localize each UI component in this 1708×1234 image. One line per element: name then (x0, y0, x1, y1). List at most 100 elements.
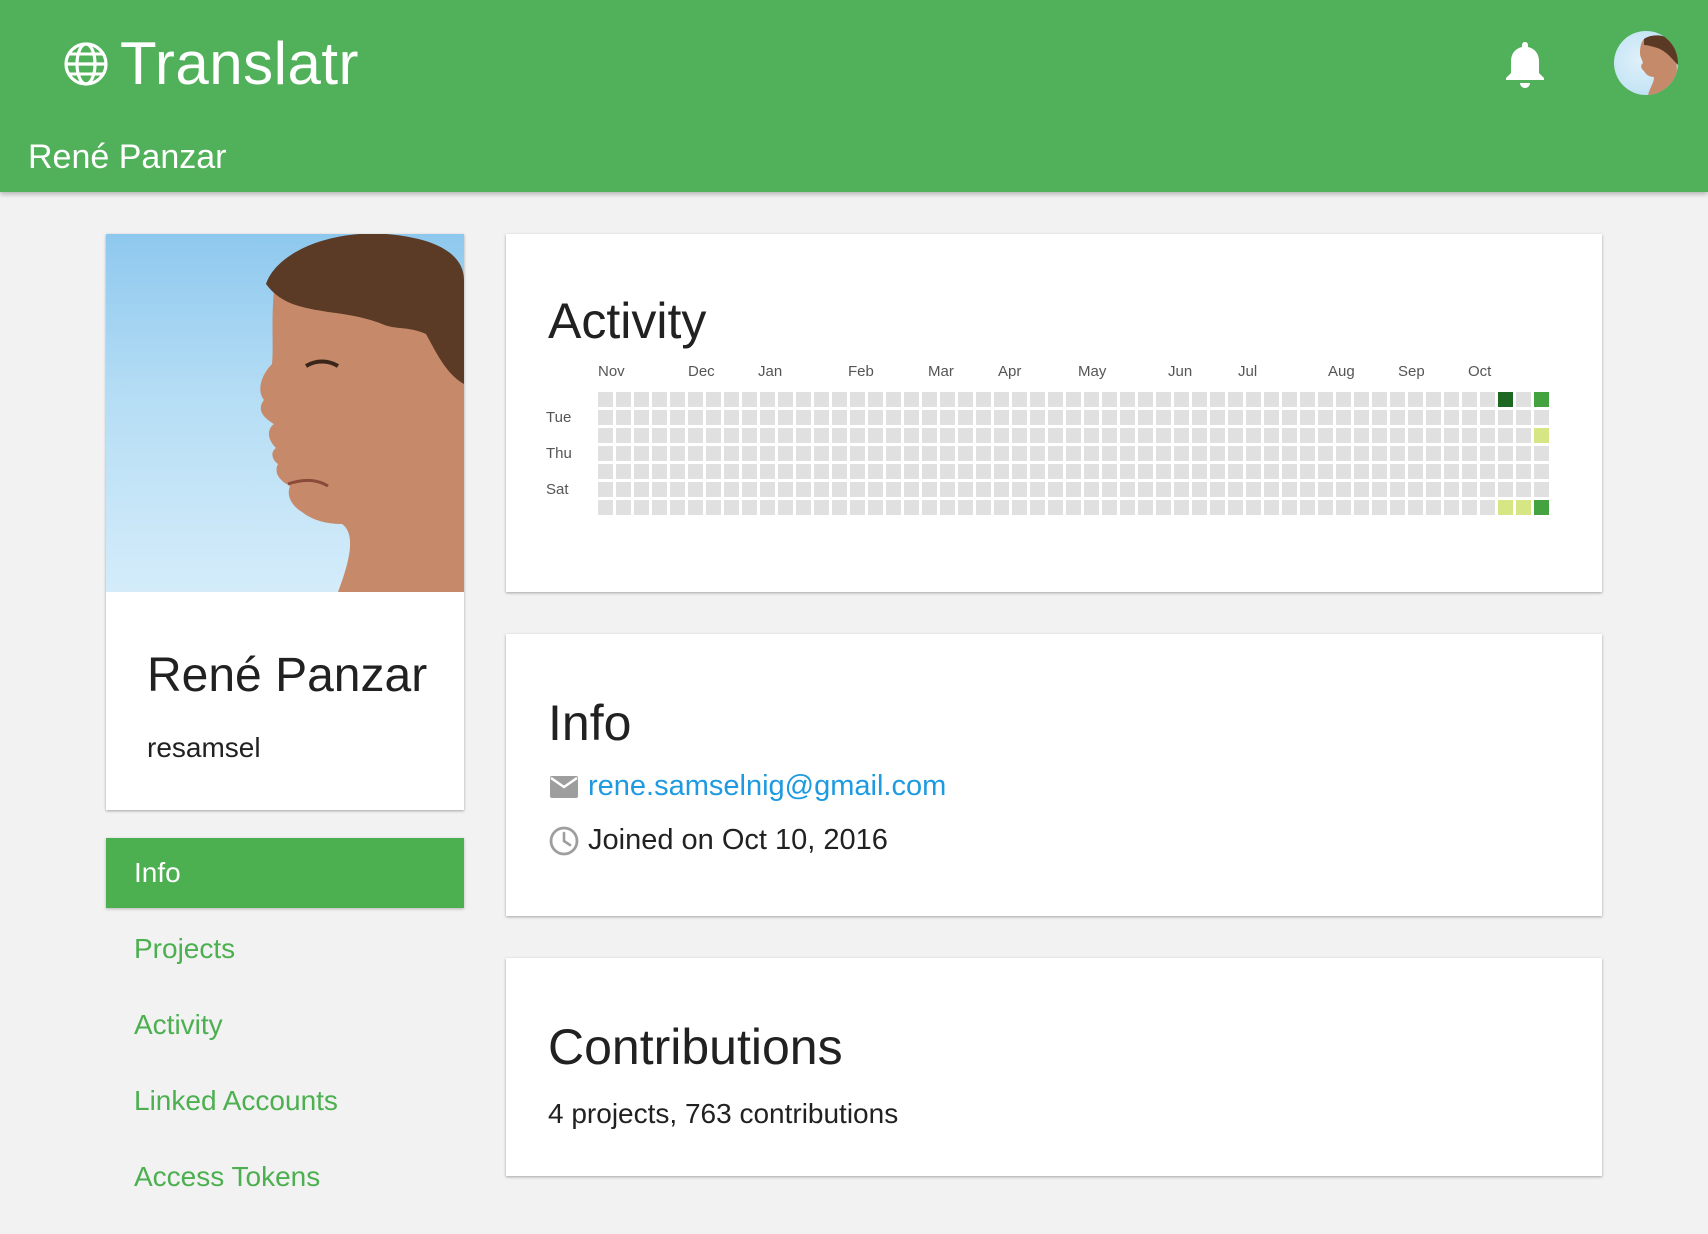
activity-cell[interactable] (814, 410, 829, 425)
activity-cell[interactable] (994, 482, 1009, 497)
activity-cell[interactable] (850, 482, 865, 497)
activity-cell[interactable] (1444, 500, 1459, 515)
activity-cell[interactable] (742, 428, 757, 443)
activity-cell[interactable] (1282, 410, 1297, 425)
activity-cell[interactable] (1192, 464, 1207, 479)
activity-cell[interactable] (1444, 482, 1459, 497)
activity-cell[interactable] (850, 500, 865, 515)
activity-cell[interactable] (1120, 500, 1135, 515)
activity-cell[interactable] (886, 482, 901, 497)
activity-cell[interactable] (814, 464, 829, 479)
activity-cell[interactable] (1048, 428, 1063, 443)
activity-cell[interactable] (1228, 464, 1243, 479)
activity-cell[interactable] (1210, 482, 1225, 497)
activity-cell[interactable] (688, 392, 703, 407)
activity-cell[interactable] (1480, 446, 1495, 461)
activity-cell[interactable] (1300, 410, 1315, 425)
activity-cell[interactable] (670, 482, 685, 497)
activity-cell[interactable] (1156, 500, 1171, 515)
activity-cell[interactable] (1192, 500, 1207, 515)
activity-cell[interactable] (940, 392, 955, 407)
activity-cell[interactable] (1318, 446, 1333, 461)
activity-cell[interactable] (1462, 392, 1477, 407)
activity-cell[interactable] (922, 392, 937, 407)
activity-cell[interactable] (850, 392, 865, 407)
activity-cell[interactable] (670, 446, 685, 461)
activity-cell[interactable] (1318, 428, 1333, 443)
activity-cell[interactable] (1192, 410, 1207, 425)
activity-cell[interactable] (868, 410, 883, 425)
activity-cell[interactable] (1228, 500, 1243, 515)
activity-cell[interactable] (1120, 392, 1135, 407)
activity-cell[interactable] (1300, 392, 1315, 407)
activity-cell[interactable] (1426, 482, 1441, 497)
activity-cell[interactable] (1372, 500, 1387, 515)
activity-cell[interactable] (1048, 500, 1063, 515)
activity-cell[interactable] (1246, 464, 1261, 479)
activity-cell[interactable] (670, 410, 685, 425)
activity-cell[interactable] (760, 392, 775, 407)
activity-cell[interactable] (1408, 428, 1423, 443)
activity-cell[interactable] (652, 482, 667, 497)
activity-cell[interactable] (1192, 428, 1207, 443)
activity-cell[interactable] (1012, 410, 1027, 425)
activity-cell[interactable] (1174, 464, 1189, 479)
activity-cell[interactable] (1138, 500, 1153, 515)
activity-cell[interactable] (994, 464, 1009, 479)
activity-cell[interactable] (634, 482, 649, 497)
activity-cell[interactable] (1336, 392, 1351, 407)
activity-cell[interactable] (598, 410, 613, 425)
activity-cell[interactable] (1102, 464, 1117, 479)
activity-cell[interactable] (922, 446, 937, 461)
activity-cell[interactable] (1210, 464, 1225, 479)
activity-cell[interactable] (1354, 410, 1369, 425)
activity-cell[interactable] (778, 428, 793, 443)
activity-cell[interactable] (1030, 464, 1045, 479)
activity-cell[interactable] (1480, 392, 1495, 407)
activity-cell[interactable] (742, 446, 757, 461)
activity-cell[interactable] (634, 500, 649, 515)
activity-cell[interactable] (1282, 428, 1297, 443)
activity-cell[interactable] (724, 500, 739, 515)
activity-cell[interactable] (1246, 446, 1261, 461)
activity-cell[interactable] (1354, 482, 1369, 497)
activity-cell[interactable] (796, 464, 811, 479)
activity-cell[interactable] (1300, 428, 1315, 443)
activity-cell[interactable] (634, 464, 649, 479)
activity-cell[interactable] (1480, 410, 1495, 425)
activity-cell[interactable] (1354, 464, 1369, 479)
activity-cell[interactable] (922, 482, 937, 497)
activity-cell[interactable] (1426, 464, 1441, 479)
activity-cell[interactable] (1534, 500, 1549, 515)
activity-cell[interactable] (1066, 500, 1081, 515)
activity-cell[interactable] (652, 410, 667, 425)
activity-cell[interactable] (850, 464, 865, 479)
avatar[interactable] (1614, 31, 1678, 95)
activity-cell[interactable] (1516, 410, 1531, 425)
email-link[interactable]: rene.samselnig@gmail.com (588, 770, 946, 803)
activity-cell[interactable] (922, 500, 937, 515)
activity-cell[interactable] (1444, 410, 1459, 425)
activity-cell[interactable] (796, 482, 811, 497)
activity-cell[interactable] (742, 392, 757, 407)
activity-cell[interactable] (1228, 392, 1243, 407)
activity-cell[interactable] (994, 392, 1009, 407)
activity-cell[interactable] (688, 428, 703, 443)
activity-cell[interactable] (1102, 392, 1117, 407)
activity-cell[interactable] (904, 392, 919, 407)
activity-cell[interactable] (1300, 446, 1315, 461)
activity-cell[interactable] (940, 464, 955, 479)
activity-cell[interactable] (1426, 500, 1441, 515)
activity-cell[interactable] (976, 482, 991, 497)
activity-cell[interactable] (1246, 410, 1261, 425)
activity-cell[interactable] (994, 446, 1009, 461)
activity-cell[interactable] (1012, 500, 1027, 515)
activity-cell[interactable] (958, 392, 973, 407)
activity-cell[interactable] (778, 392, 793, 407)
activity-cell[interactable] (652, 500, 667, 515)
activity-cell[interactable] (904, 464, 919, 479)
activity-cell[interactable] (778, 482, 793, 497)
activity-cell[interactable] (616, 428, 631, 443)
activity-cell[interactable] (598, 482, 613, 497)
activity-cell[interactable] (1120, 482, 1135, 497)
